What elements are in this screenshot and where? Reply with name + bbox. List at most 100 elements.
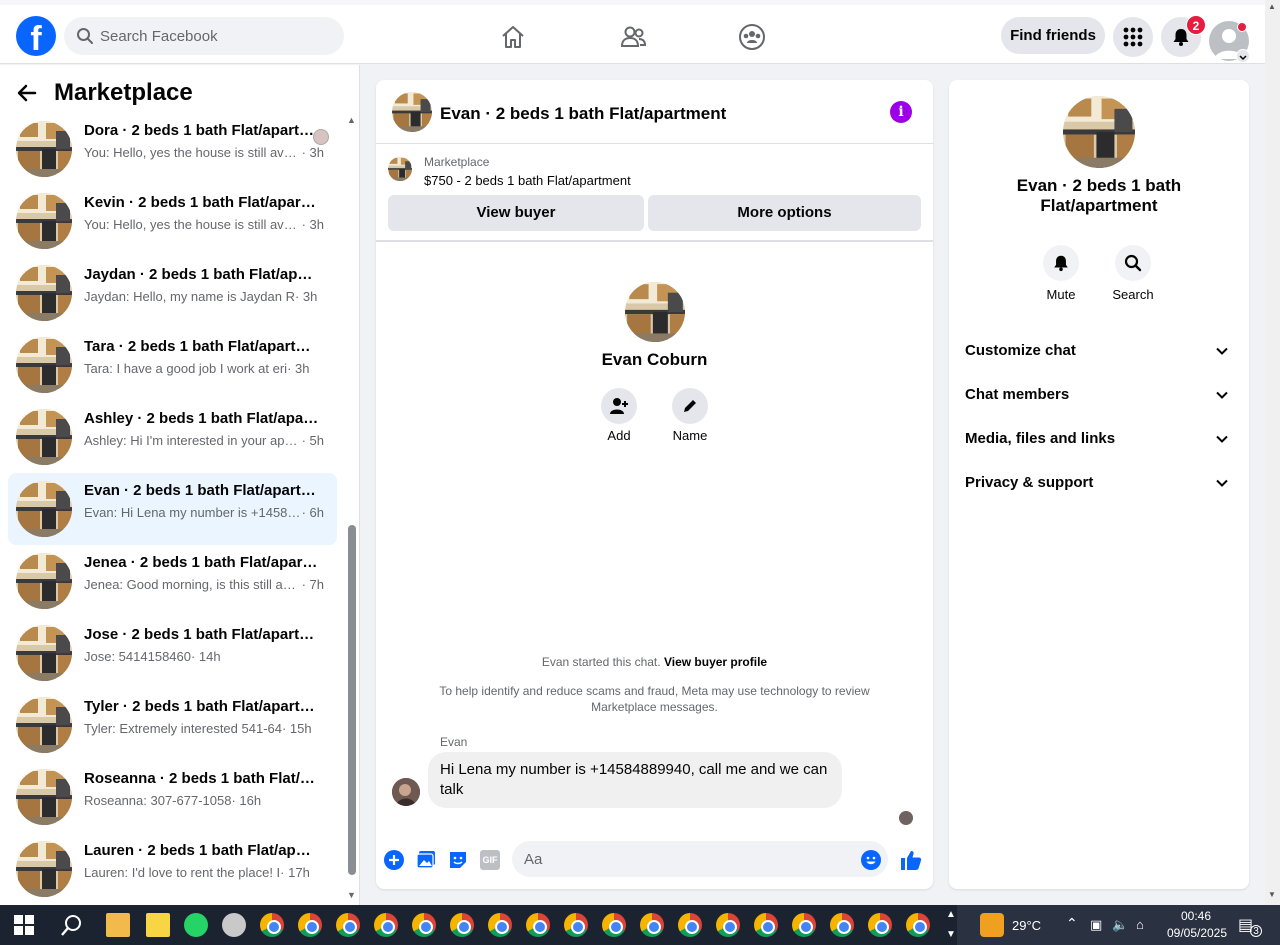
windows-start-icon[interactable]	[14, 915, 34, 935]
add-person-button[interactable]: Add	[589, 388, 649, 443]
back-arrow-icon[interactable]	[16, 82, 38, 104]
chrome-browser-icon[interactable]	[564, 913, 588, 937]
taskbar-search-icon[interactable]	[60, 913, 84, 937]
groups-icon[interactable]	[734, 19, 770, 55]
more-options-button[interactable]: More options	[648, 195, 921, 231]
menu-grid-icon[interactable]	[1113, 17, 1153, 57]
window-scroll-up-icon[interactable]: ▲	[1268, 2, 1276, 11]
sticker-icon[interactable]	[448, 850, 468, 870]
facebook-logo-icon[interactable]: f	[16, 16, 56, 56]
conversation-row[interactable]: Jose · 2 beds 1 bath Flat/apartment Jose:…	[8, 617, 337, 689]
friends-icon[interactable]	[615, 19, 651, 55]
bell-icon	[1054, 255, 1068, 272]
scroll-up-arrow-icon[interactable]: ▲	[347, 115, 356, 125]
chrome-browser-icon[interactable]	[602, 913, 626, 937]
chrome-browser-icon[interactable]	[868, 913, 892, 937]
conversation-row[interactable]: Lauren · 2 beds 1 bath Flat/apartment Lau…	[8, 833, 337, 905]
conversation-row[interactable]: Jaydan · 2 beds 1 bath Flat/apartment Jay…	[8, 257, 337, 329]
plus-icon[interactable]	[384, 850, 404, 870]
conversation-row[interactable]: Tara · 2 beds 1 bath Flat/apartment Tara:…	[8, 329, 337, 401]
conversation-last-message: You: Hello, yes the house is still avail…	[84, 217, 302, 232]
windows-taskbar: ▲ ▼ 29°C ⌃ ▣ 🔈 ⌂ 00:46 09/05/2025 ▤ 3	[0, 905, 1280, 945]
listing-price[interactable]: $750 - 2 beds 1 bath Flat/apartment	[424, 173, 631, 188]
info-section-customize-chat[interactable]: Customize chat	[957, 330, 1241, 374]
message-composer: GIF	[376, 840, 933, 880]
weather-icon[interactable]	[980, 913, 1004, 937]
chrome-browser-icon[interactable]	[678, 913, 702, 937]
taskbar-scroll-down-icon[interactable]: ▼	[946, 929, 956, 940]
message-input[interactable]	[512, 841, 888, 877]
find-friends-button[interactable]: Find friends	[1001, 17, 1105, 54]
whatsapp-icon[interactable]	[184, 913, 208, 937]
conversation-row[interactable]: Kevin · 2 beds 1 bath Flat/apartment You:…	[8, 185, 337, 257]
thumbs-up-icon[interactable]	[899, 848, 923, 872]
name-chat-button[interactable]: Name	[660, 388, 720, 443]
scrollbar-thumb[interactable]	[348, 525, 356, 875]
emoji-icon[interactable]	[861, 850, 881, 870]
conversation-name: Jenea · 2 beds 1 bath Flat/apartment	[84, 554, 319, 571]
network-icon[interactable]: ⌂	[1136, 917, 1144, 932]
chrome-browser-icon[interactable]	[298, 913, 322, 937]
chrome-browser-icon[interactable]	[526, 913, 550, 937]
sender-avatar[interactable]	[392, 778, 420, 806]
conversation-row[interactable]: Dora · 2 beds 1 bath Flat/apartment You: …	[8, 113, 337, 185]
gif-icon[interactable]: GIF	[480, 850, 500, 870]
volume-icon[interactable]: 🔈	[1112, 917, 1128, 933]
conversation-last-message: Evan: Hi Lena my number is +14584889940	[84, 505, 302, 520]
info-section-privacy-support[interactable]: Privacy & support	[957, 462, 1241, 506]
info-icon[interactable]: i	[890, 101, 912, 123]
listing-thumbnail[interactable]	[392, 92, 432, 132]
mute-button[interactable]: Mute	[1029, 245, 1093, 302]
app-icon[interactable]	[222, 913, 246, 937]
window-scrollbar[interactable]: ▲ ▼	[1265, 0, 1280, 905]
conversation-row[interactable]: Tyler · 2 beds 1 bath Flat/apartment Tyle…	[8, 689, 337, 761]
top-navigation-bar: f Find friends 2	[0, 0, 1265, 64]
message-bubble[interactable]: Hi Lena my number is +14584889940, call …	[428, 752, 842, 808]
chrome-browser-icon[interactable]	[640, 913, 664, 937]
photo-icon[interactable]	[416, 850, 436, 870]
chrome-browser-icon[interactable]	[336, 913, 360, 937]
conversation-preview: Tyler: Extremely interested 541-64 · 15h	[84, 721, 324, 736]
conversation-preview: Jaydan: Hello, my name is Jaydan R · 3h	[84, 289, 324, 304]
chrome-browser-icon[interactable]	[374, 913, 398, 937]
info-section-media-files-and-links[interactable]: Media, files and links	[957, 418, 1241, 462]
chrome-browser-icon[interactable]	[450, 913, 474, 937]
view-buyer-button[interactable]: View buyer	[388, 195, 644, 231]
buyer-profile-picture[interactable]	[625, 282, 685, 342]
conversation-row[interactable]: Roseanna · 2 beds 1 bath Flat/apartment R…	[8, 761, 337, 833]
chrome-browser-icon[interactable]	[488, 913, 512, 937]
home-icon[interactable]	[495, 19, 531, 55]
chrome-browser-icon[interactable]	[412, 913, 436, 937]
chat-title[interactable]: Evan · 2 beds 1 bath Flat/apartment	[440, 104, 726, 124]
conversation-row[interactable]: Ashley · 2 beds 1 bath Flat/apartment Ash…	[8, 401, 337, 473]
chrome-browser-icon[interactable]	[906, 913, 930, 937]
conversation-row[interactable]: Evan · 2 beds 1 bath Flat/apartment Evan:…	[8, 473, 337, 545]
file-explorer-icon[interactable]	[106, 913, 130, 937]
chat-info-panel: Evan · 2 beds 1 bath Flat/apartment Mute…	[949, 80, 1249, 889]
chrome-browser-icon[interactable]	[830, 913, 854, 937]
chrome-browser-icon[interactable]	[792, 913, 816, 937]
scroll-down-arrow-icon[interactable]: ▼	[347, 890, 356, 900]
window-scroll-down-icon[interactable]: ▼	[1268, 890, 1276, 899]
conversation-thumbnail	[16, 265, 72, 321]
taskbar-scroll-up-icon[interactable]: ▲	[946, 909, 956, 920]
search-box[interactable]	[64, 17, 344, 55]
view-buyer-profile-link[interactable]: View buyer profile	[664, 655, 767, 669]
chrome-browser-icon[interactable]	[260, 913, 284, 937]
chevron-down-icon[interactable]	[1236, 49, 1250, 63]
info-section-chat-members[interactable]: Chat members	[957, 374, 1241, 418]
search-in-chat-button[interactable]: Search	[1101, 245, 1165, 302]
conversation-row[interactable]: Jenea · 2 beds 1 bath Flat/apartment Jene…	[8, 545, 337, 617]
tray-chevron-icon[interactable]: ⌃	[1066, 915, 1078, 932]
chrome-browser-icon[interactable]	[716, 913, 740, 937]
meet-icon[interactable]: ▣	[1090, 917, 1102, 933]
conversation-last-message: Tyler: Extremely interested 541-64	[84, 721, 282, 736]
sticky-notes-icon[interactable]	[146, 913, 170, 937]
chat-info-picture[interactable]	[1063, 96, 1135, 168]
buyer-name[interactable]: Evan Coburn	[376, 350, 933, 370]
clock-time[interactable]: 00:46	[1172, 909, 1220, 923]
clock-date[interactable]: 09/05/2025	[1160, 926, 1234, 940]
search-input[interactable]	[100, 17, 330, 55]
chrome-browser-icon[interactable]	[754, 913, 778, 937]
temperature[interactable]: 29°C	[1012, 918, 1041, 933]
